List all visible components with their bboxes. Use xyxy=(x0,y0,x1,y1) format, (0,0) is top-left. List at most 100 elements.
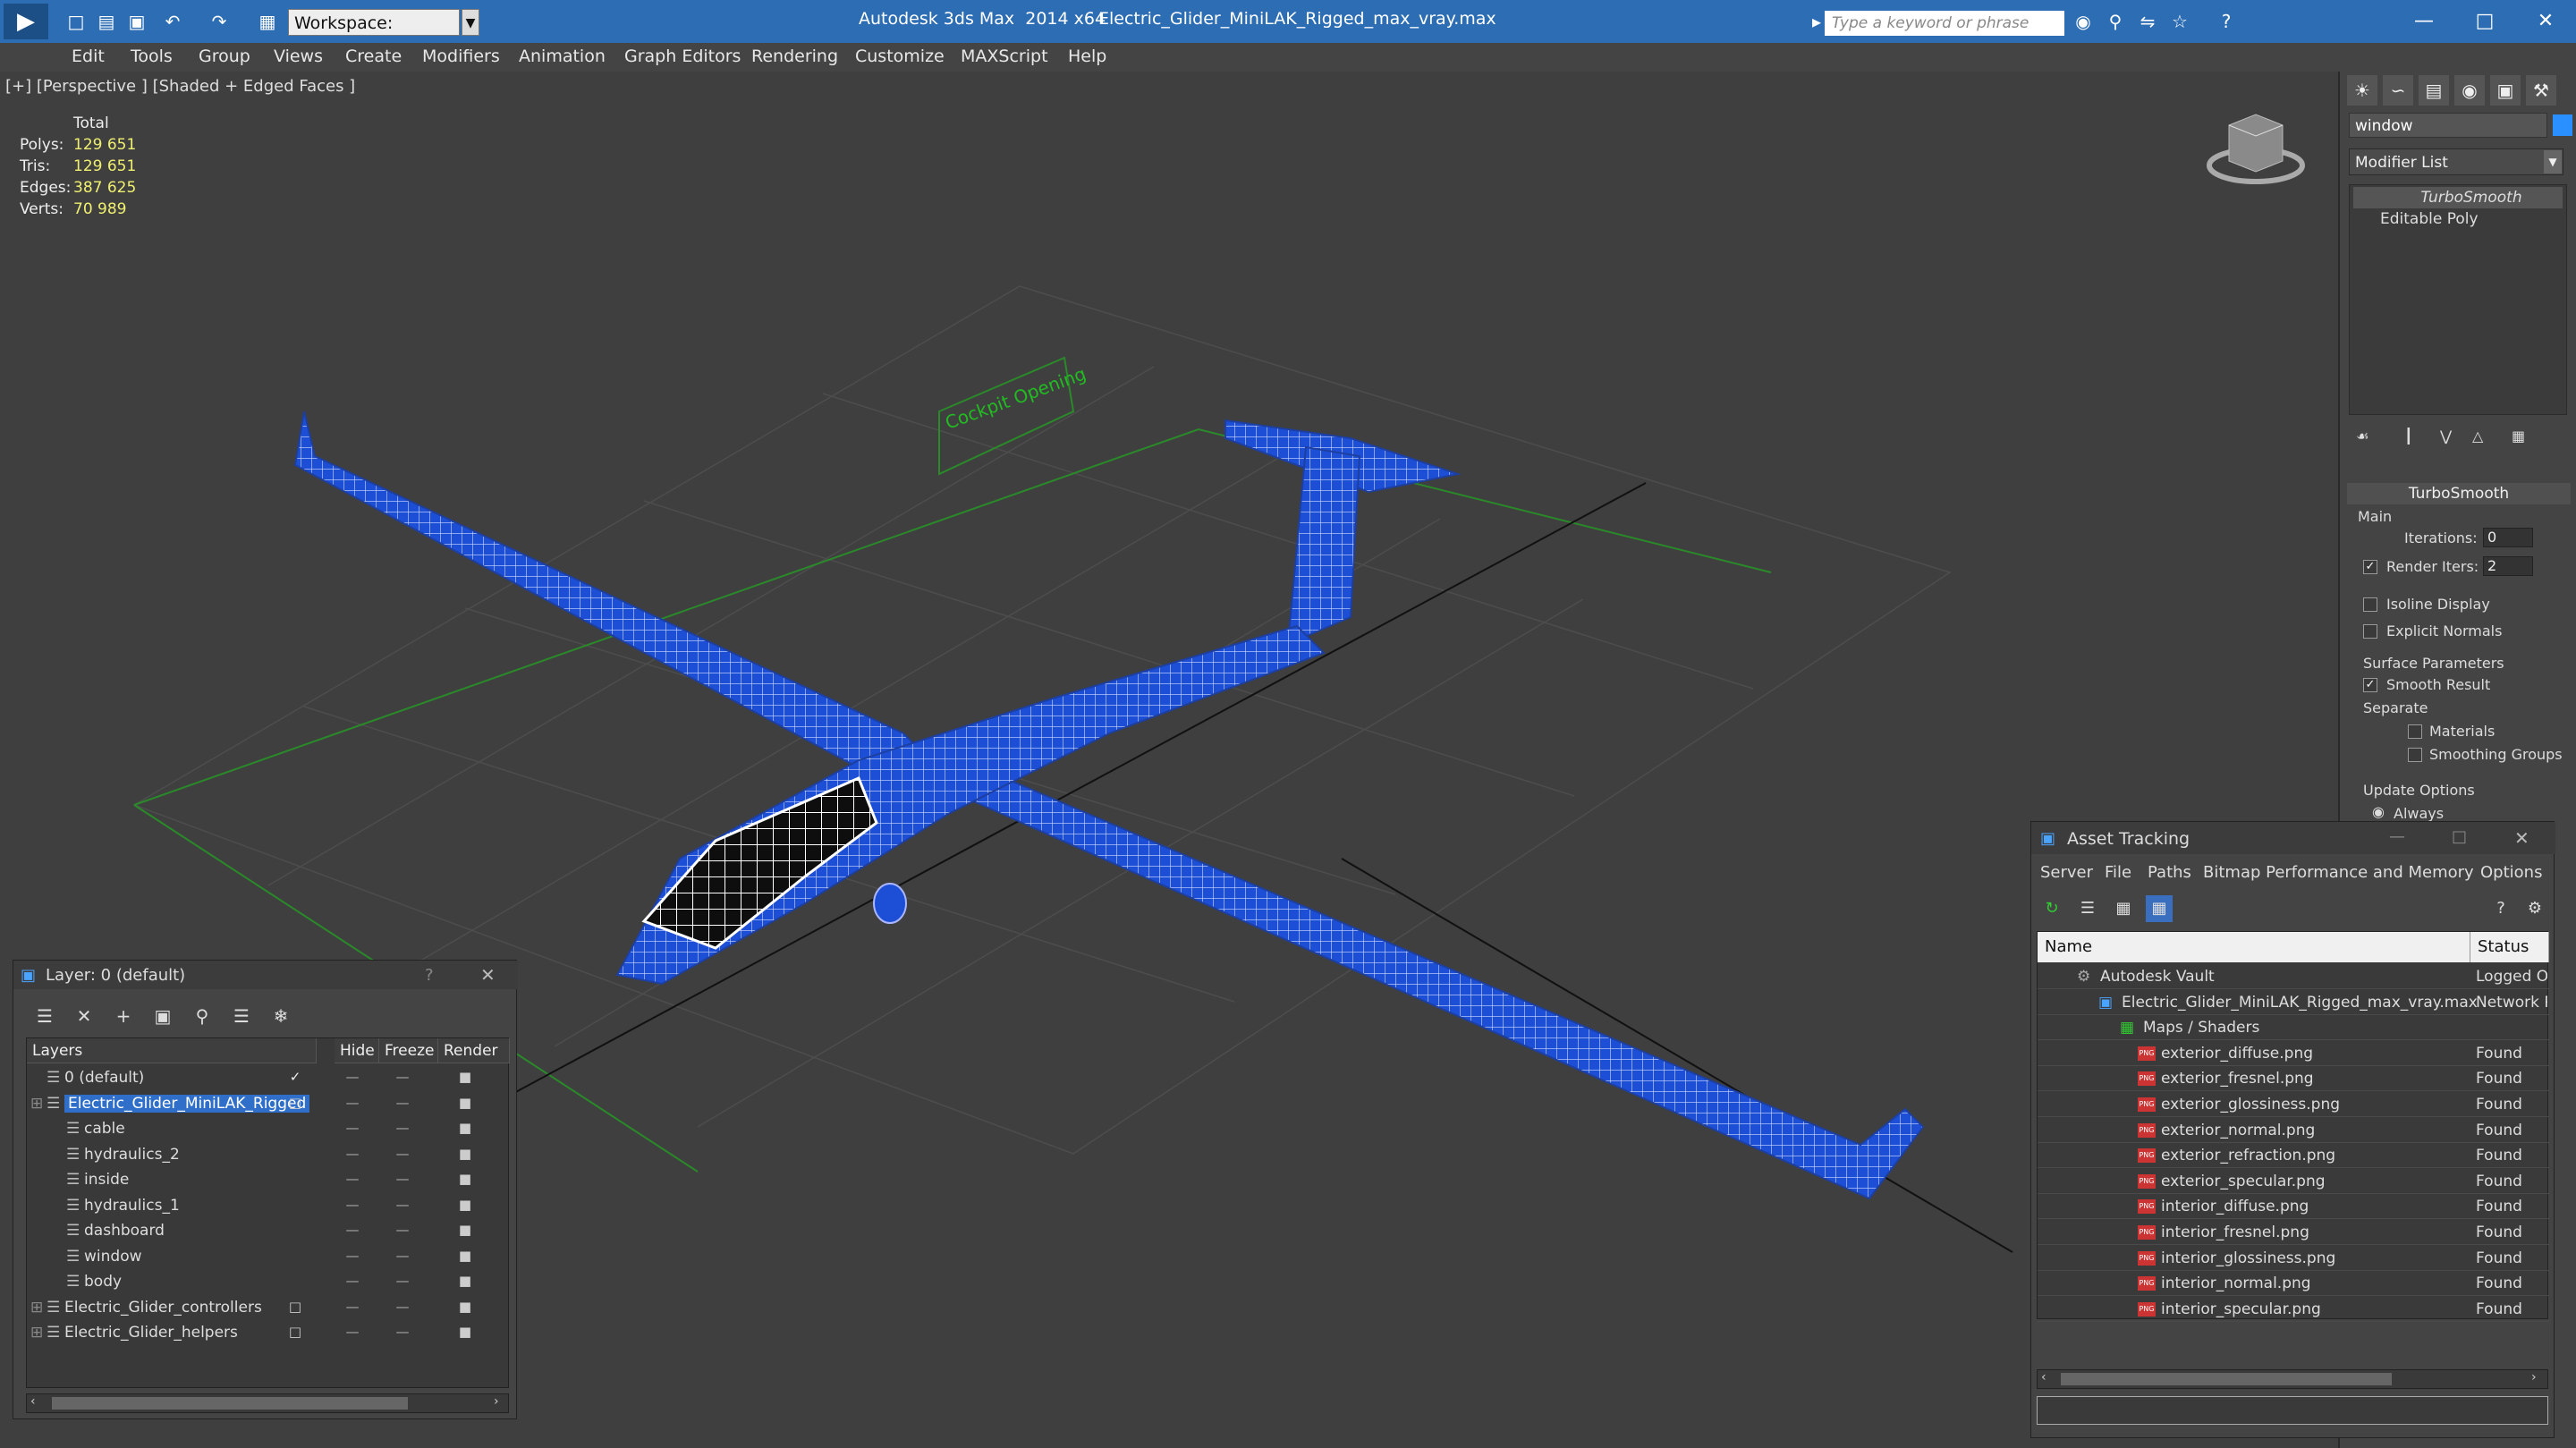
hide-toggle[interactable]: — xyxy=(335,1273,370,1289)
asset-row[interactable]: PNG interior_fresnel.png Found xyxy=(2038,1220,2549,1245)
column-render[interactable]: Render xyxy=(438,1038,510,1063)
scroll-left-icon[interactable]: ‹ xyxy=(2041,1370,2046,1384)
hide-toggle[interactable]: — xyxy=(335,1146,370,1162)
layer-name[interactable]: 0 (default) xyxy=(64,1069,144,1087)
hide-toggle[interactable]: — xyxy=(335,1197,370,1213)
asset-path-field[interactable] xyxy=(2037,1396,2548,1425)
modify-tab-icon[interactable]: ∽ xyxy=(2383,75,2413,106)
asset-row[interactable]: PNG interior_normal.png Found xyxy=(2038,1271,2549,1297)
glider-model[interactable] xyxy=(293,411,1925,1200)
asset-name[interactable]: interior_normal.png xyxy=(2161,1274,2311,1292)
render-toggle-icon[interactable]: ■ xyxy=(447,1273,483,1289)
layer-name[interactable]: inside xyxy=(84,1171,129,1189)
expand-icon[interactable]: ⊞ xyxy=(30,1299,43,1317)
render-toggle-icon[interactable]: ■ xyxy=(447,1324,483,1340)
always-radio[interactable]: ◉ xyxy=(2372,803,2385,820)
open-file-icon[interactable]: ▤ xyxy=(95,11,118,32)
asset-name[interactable]: interior_glossiness.png xyxy=(2161,1249,2335,1267)
render-toggle-icon[interactable]: ■ xyxy=(447,1222,483,1238)
menu-maxscript[interactable]: MAXScript xyxy=(961,47,1048,66)
freeze-toggle[interactable]: — xyxy=(385,1248,420,1264)
render-toggle-icon[interactable]: ■ xyxy=(447,1120,483,1136)
menu-graph-editors[interactable]: Graph Editors xyxy=(624,47,741,66)
layer-row[interactable]: ⊞ ☰ Electric_Glider_helpers — — ■ □ xyxy=(27,1320,510,1345)
show-end-result-icon[interactable]: ┃ xyxy=(2404,428,2413,445)
chevron-down-icon[interactable]: ▼ xyxy=(2544,150,2562,174)
render-toggle-icon[interactable]: ■ xyxy=(447,1197,483,1213)
asset-panel-titlebar[interactable]: ▣ Asset Tracking — □ ✕ xyxy=(2031,822,2555,854)
materials-checkbox[interactable] xyxy=(2408,724,2422,739)
menu-edit[interactable]: Edit xyxy=(72,47,105,66)
menu-options[interactable]: Options xyxy=(2480,863,2542,882)
maximize-icon[interactable]: □ xyxy=(2452,827,2467,846)
viewport-label[interactable]: [+] [Perspective ] [Shaded + Edged Faces… xyxy=(5,77,355,96)
menu-modifiers[interactable]: Modifiers xyxy=(422,47,500,66)
select-layer-icon[interactable]: ▣ xyxy=(149,1003,176,1029)
layer-manager-icon[interactable]: ☰ xyxy=(31,1003,58,1029)
layer-name[interactable]: body xyxy=(84,1273,122,1291)
tree-view-icon[interactable]: ▦ xyxy=(2110,895,2137,922)
asset-name[interactable]: interior_diffuse.png xyxy=(2161,1198,2309,1215)
expand-icon[interactable]: ⊞ xyxy=(30,1095,43,1113)
layer-row[interactable]: ☰ window — — ■ xyxy=(27,1244,510,1269)
freeze-toggle[interactable]: — xyxy=(385,1120,420,1136)
right-wing[interactable] xyxy=(918,767,1925,1200)
asset-name[interactable]: interior_specular.png xyxy=(2161,1300,2321,1318)
delete-layer-icon[interactable]: ✕ xyxy=(71,1003,97,1029)
freeze-toggle[interactable]: — xyxy=(385,1299,420,1315)
smoothing-groups-checkbox[interactable] xyxy=(2408,748,2422,762)
stack-item-turbosmooth[interactable]: TurboSmooth xyxy=(2353,187,2563,208)
layer-row[interactable]: ☰ hydraulics_2 — — ■ xyxy=(27,1142,510,1167)
layer-name[interactable]: Electric_Glider_MiniLAK_Rigged xyxy=(64,1094,310,1113)
minimize-icon[interactable]: — xyxy=(2389,827,2405,846)
modifier-list-dropdown[interactable]: Modifier List xyxy=(2349,148,2563,175)
hide-toggle[interactable]: — xyxy=(335,1248,370,1264)
menu-tools[interactable]: Tools xyxy=(131,47,173,66)
layer-row[interactable]: ☰ body — — ■ xyxy=(27,1269,510,1294)
vault-settings-icon[interactable]: ⚙ xyxy=(2521,895,2548,922)
minimize-icon[interactable]: — xyxy=(2397,5,2451,38)
freeze-toggle[interactable]: — xyxy=(385,1324,420,1340)
help-icon[interactable]: ? xyxy=(2215,11,2238,32)
layer-name[interactable]: hydraulics_2 xyxy=(84,1146,180,1164)
configure-sets-icon[interactable]: ▦ xyxy=(2512,428,2525,445)
binoculars-icon[interactable]: ◉ xyxy=(2072,11,2095,32)
explicit-normals-checkbox[interactable] xyxy=(2363,624,2377,639)
asset-row[interactable]: ▦ Maps / Shaders xyxy=(2038,1015,2549,1041)
render-toggle-icon[interactable]: ■ xyxy=(447,1069,483,1085)
menu-server[interactable]: Server xyxy=(2040,863,2093,882)
horizontal-scrollbar[interactable]: ‹ › xyxy=(26,1393,509,1413)
column-name[interactable]: Name xyxy=(2038,932,2470,962)
star-icon[interactable]: ☆ xyxy=(2168,11,2191,32)
menu-group[interactable]: Group xyxy=(199,47,250,66)
menu-customize[interactable]: Customize xyxy=(855,47,945,66)
menu-animation[interactable]: Animation xyxy=(519,47,606,66)
asset-name[interactable]: exterior_specular.png xyxy=(2161,1173,2326,1190)
scrollbar-thumb[interactable] xyxy=(2061,1373,2392,1385)
active-layer-toggle[interactable]: □ xyxy=(277,1299,313,1315)
asset-row[interactable]: PNG interior_specular.png Found xyxy=(2038,1297,2549,1322)
new-file-icon[interactable]: □ xyxy=(64,11,88,32)
viewcube-icon[interactable] xyxy=(2207,114,2305,184)
menu-create[interactable]: Create xyxy=(345,47,402,66)
render-toggle-icon[interactable]: ■ xyxy=(447,1248,483,1264)
render-toggle-icon[interactable]: ■ xyxy=(447,1095,483,1111)
scrollbar-thumb[interactable] xyxy=(52,1397,408,1410)
help-icon[interactable]: ? xyxy=(425,966,434,985)
freeze-toggle[interactable]: — xyxy=(385,1069,420,1085)
close-icon[interactable]: ✕ xyxy=(480,964,496,986)
utilities-tab-icon[interactable]: ⚒ xyxy=(2526,75,2556,106)
layer-name[interactable]: dashboard xyxy=(84,1222,165,1240)
asset-row[interactable]: ▣ Electric_Glider_MiniLAK_Rigged_max_vray… xyxy=(2038,990,2549,1015)
stack-item-editable-poly[interactable]: Editable Poly xyxy=(2353,208,2563,230)
column-hide[interactable]: Hide xyxy=(335,1038,379,1063)
turbosmooth-rollout-header[interactable]: TurboSmooth xyxy=(2347,483,2571,504)
remove-modifier-icon[interactable]: △ xyxy=(2472,428,2483,445)
menu-views[interactable]: Views xyxy=(274,47,323,66)
key-icon[interactable]: ⚲ xyxy=(2104,11,2127,32)
column-layers[interactable]: Layers xyxy=(27,1038,317,1063)
menu-file[interactable]: File xyxy=(2105,863,2131,882)
freeze-toggle[interactable]: — xyxy=(385,1222,420,1238)
asset-name[interactable]: exterior_diffuse.png xyxy=(2161,1045,2313,1063)
workspace-dropdown[interactable]: Workspace: Default xyxy=(288,9,460,60)
